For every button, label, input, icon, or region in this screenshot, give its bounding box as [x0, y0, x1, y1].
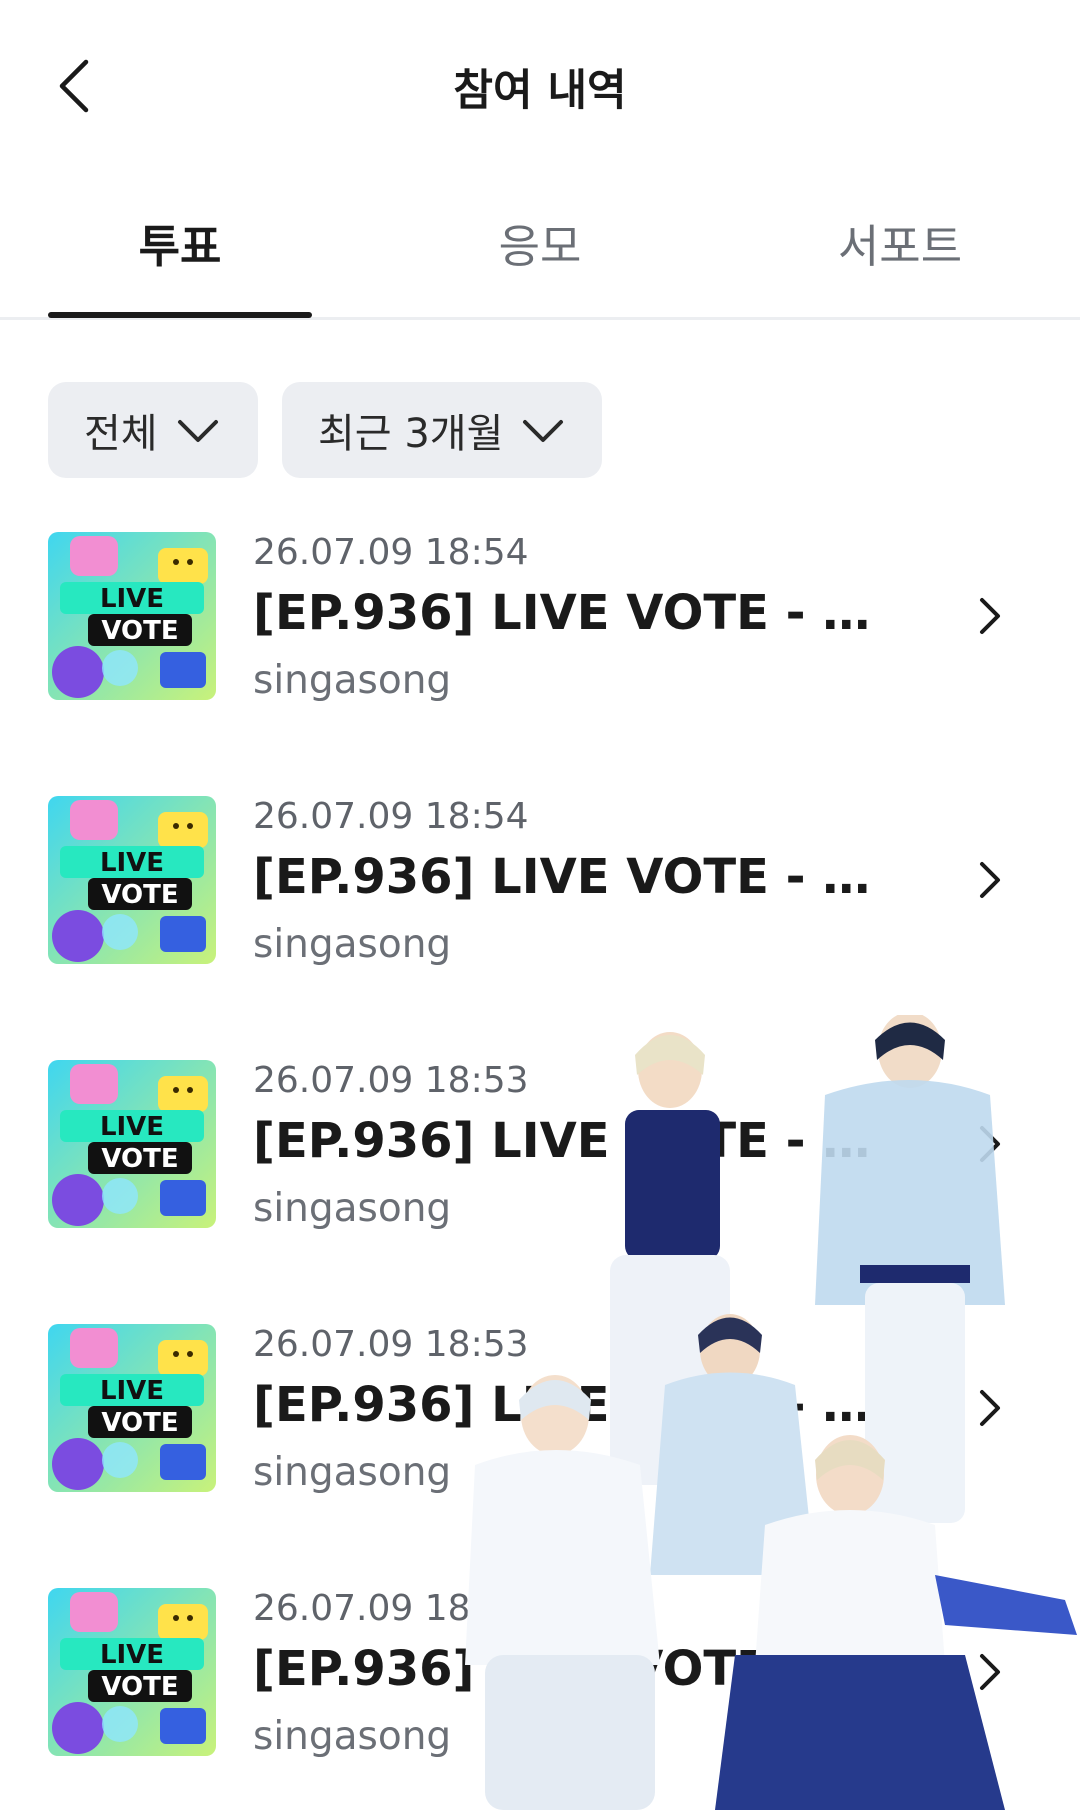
chevron-down-icon [523, 420, 564, 442]
item-title: [EP.936] LIVE VOTE - M COUNTDOWN [253, 849, 903, 905]
live-vote-thumbnail: LIVE VOTE [48, 1588, 216, 1756]
thumbnail-text-live: LIVE [100, 1640, 164, 1670]
chevron-right-icon [980, 862, 1000, 898]
thumbnail-text-live: LIVE [100, 1112, 164, 1142]
item-title: [EP.936] LIVE VOTE - M COUNTDOWN [253, 585, 903, 641]
live-vote-thumbnail: LIVE VOTE [48, 532, 216, 700]
item-subtitle: singasong [253, 658, 452, 703]
tab-vote[interactable]: 투표 [0, 210, 360, 275]
thumbnail-text-live: LIVE [100, 584, 164, 614]
filter-type-dropdown[interactable]: 전체 [48, 382, 258, 478]
page-title: 참여 내역 [453, 66, 627, 116]
group-photo-overlay [465, 1015, 1077, 1810]
header: 참여 내역 [0, 0, 1080, 170]
tab-entry[interactable]: 응모 [360, 210, 720, 275]
item-date: 26.07.09 18:54 [253, 796, 529, 837]
item-subtitle: singasong [253, 1450, 452, 1495]
thumbnail-text-vote: VOTE [101, 1144, 178, 1174]
list-item[interactable]: LIVE VOTE 26.07.09 18:54 [EP.936] LIVE V… [0, 530, 1080, 730]
tab-support[interactable]: 서포트 [720, 210, 1080, 275]
tab-bar: 투표 응모 서포트 [0, 200, 1080, 320]
thumbnail-text-live: LIVE [100, 848, 164, 878]
live-vote-thumbnail: LIVE VOTE [48, 1324, 216, 1492]
chevron-right-icon [980, 598, 1000, 634]
live-vote-thumbnail: LIVE VOTE [48, 1060, 216, 1228]
filter-period-dropdown[interactable]: 최근 3개월 [282, 382, 602, 478]
chevron-down-icon [177, 420, 218, 442]
item-subtitle: singasong [253, 1186, 452, 1231]
thumbnail-text-vote: VOTE [101, 1672, 178, 1702]
filter-type-label: 전체 [84, 411, 158, 457]
thumbnail-text-live: LIVE [100, 1376, 164, 1406]
thumbnail-text-vote: VOTE [101, 880, 178, 910]
item-date: 26.07.09 18:54 [253, 532, 529, 573]
active-tab-indicator [48, 312, 312, 318]
filter-period-label: 최근 3개월 [318, 411, 504, 457]
item-subtitle: singasong [253, 1714, 452, 1759]
thumbnail-text-vote: VOTE [101, 616, 178, 646]
thumbnail-text-vote: VOTE [101, 1408, 178, 1438]
live-vote-thumbnail: LIVE VOTE [48, 796, 216, 964]
list-item[interactable]: LIVE VOTE 26.07.09 18:54 [EP.936] LIVE V… [0, 794, 1080, 994]
item-subtitle: singasong [253, 922, 452, 967]
